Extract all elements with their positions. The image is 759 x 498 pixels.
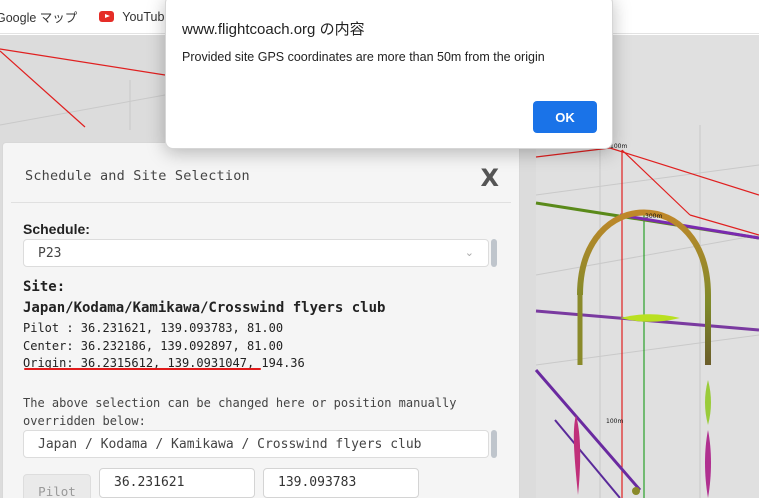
- pilot-lon-input[interactable]: 139.093783: [263, 468, 419, 498]
- pilot-button[interactable]: Pilot: [23, 474, 91, 498]
- distance-marker: 100m: [606, 418, 623, 425]
- ok-button[interactable]: OK: [533, 101, 597, 133]
- schedule-select[interactable]: P23 ⌄: [23, 239, 489, 267]
- site-label: Site:: [23, 279, 66, 295]
- chevron-down-icon: ⌄: [464, 246, 474, 259]
- dialog-title: www.flightcoach.org の内容: [182, 21, 365, 38]
- override-note-line1: The above selection can be changed here …: [23, 396, 457, 410]
- bookmark-youtube[interactable]: YouTube: [99, 0, 171, 34]
- alert-dialog: www.flightcoach.org の内容 Provided site GP…: [165, 0, 613, 149]
- override-note-line2: overridden below:: [23, 414, 146, 428]
- close-button[interactable]: X: [480, 164, 499, 192]
- dialog-message: Provided site GPS coordinates are more t…: [182, 50, 545, 64]
- scrollbar-thumb[interactable]: [491, 239, 497, 267]
- bookmark-google-maps[interactable]: Google マップ: [0, 0, 77, 34]
- youtube-icon: [99, 11, 115, 22]
- distance-marker: 100m: [610, 143, 627, 150]
- scrollbar-thumb[interactable]: [491, 430, 497, 458]
- bookmark-label: Google マップ: [0, 11, 78, 25]
- schedule-value: P23: [38, 246, 62, 261]
- pilot-lat-input[interactable]: 36.231621: [99, 468, 255, 498]
- center-coordinates: Center: 36.232186, 139.092897, 81.00: [23, 339, 284, 353]
- site-name: Japan/Kodama/Kamikawa/Crosswind flyers c…: [23, 300, 386, 316]
- panel-header: Schedule and Site Selection X: [11, 143, 511, 203]
- origin-underline: [24, 368, 261, 370]
- distance-marker: 300m: [645, 213, 662, 220]
- pilot-coordinates: Pilot : 36.231621, 139.093783, 81.00: [23, 321, 284, 335]
- panel-title: Schedule and Site Selection: [25, 168, 250, 184]
- site-select-value: Japan / Kodama / Kamikawa / Crosswind fl…: [38, 437, 422, 452]
- schedule-label: Schedule:: [23, 221, 90, 237]
- site-select[interactable]: Japan / Kodama / Kamikawa / Crosswind fl…: [23, 430, 489, 458]
